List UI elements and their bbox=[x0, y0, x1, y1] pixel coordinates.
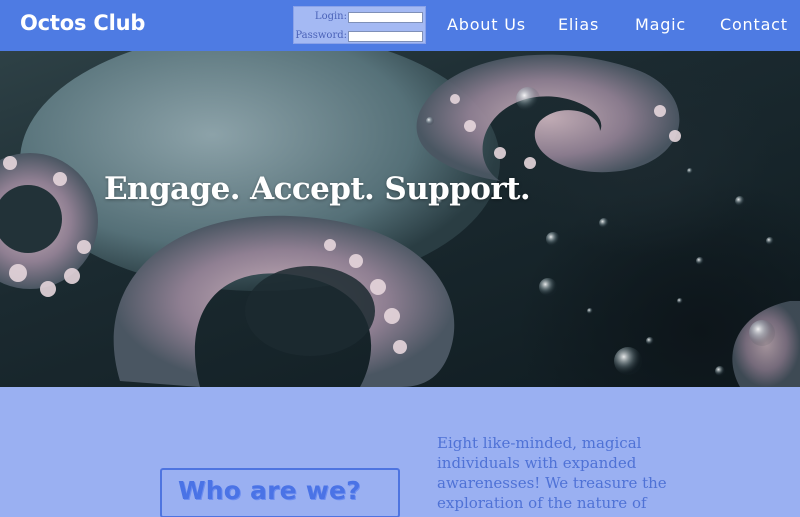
login-input[interactable] bbox=[348, 12, 423, 23]
password-input[interactable] bbox=[348, 31, 423, 42]
password-label: Password: bbox=[295, 30, 347, 41]
nav-about-us[interactable]: About Us bbox=[447, 15, 526, 34]
login-row: Login: bbox=[294, 10, 427, 24]
login-label: Login: bbox=[314, 11, 347, 22]
password-row: Password: bbox=[294, 29, 427, 43]
site-logo[interactable]: Octos Club bbox=[20, 11, 145, 35]
hero-banner: Engage. Accept. Support. bbox=[0, 51, 800, 387]
site-header: Octos Club Login: Password: About Us Eli… bbox=[0, 0, 800, 51]
nav-contact[interactable]: Contact bbox=[720, 15, 788, 34]
about-section: Who are we? Eight like-minded, magical i… bbox=[0, 387, 800, 517]
about-heading: Who are we? bbox=[178, 476, 361, 505]
nav-elias[interactable]: Elias bbox=[558, 15, 599, 34]
nav-magic[interactable]: Magic bbox=[635, 15, 686, 34]
hero-tagline: Engage. Accept. Support. bbox=[104, 171, 531, 207]
login-form: Login: Password: bbox=[293, 6, 426, 44]
who-are-we-box: Who are we? bbox=[160, 468, 400, 517]
octopus-hero-image bbox=[0, 51, 800, 387]
about-description: Eight like-minded, magical individuals w… bbox=[437, 434, 667, 512]
